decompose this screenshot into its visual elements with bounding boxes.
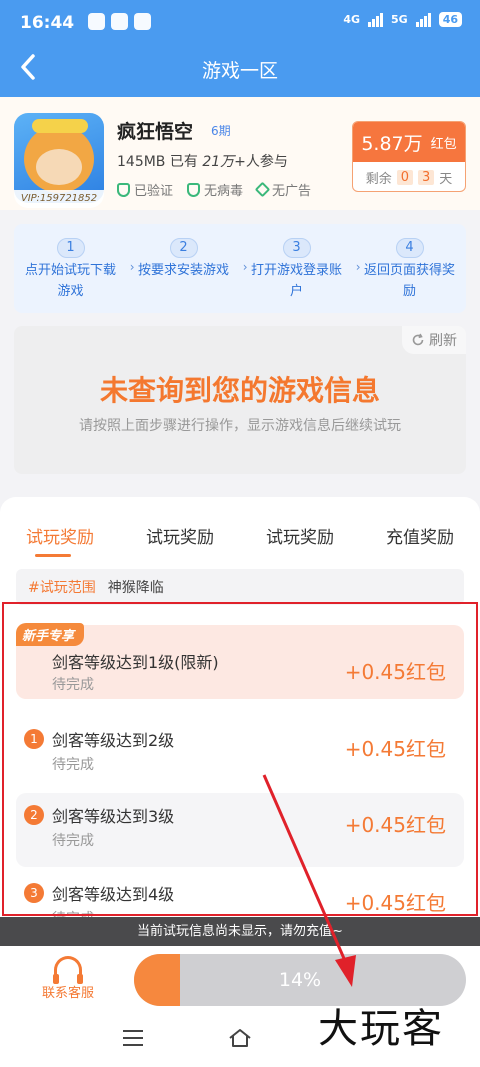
- step-3: 3 打开游戏登录账户 ›: [247, 224, 361, 313]
- days-unit: 天: [439, 171, 453, 187]
- range-value: 神猴降临: [107, 580, 164, 596]
- tab-trial-reward[interactable]: 试玩奖励: [120, 523, 240, 548]
- step-text: 点开始试玩下载游戏: [24, 263, 116, 299]
- no-virus-badge: 无病毒: [187, 180, 243, 199]
- step-2: 2 按要求安装游戏 ›: [134, 224, 248, 313]
- new-user-tag: 新手专享: [16, 623, 85, 646]
- game-info-panel: 刷新 未查询到您的游戏信息 请按照上面步骤进行操作，显示游戏信息后继续试玩: [14, 326, 466, 474]
- task-number: 3: [24, 883, 44, 903]
- no-ads-badge: 无广告: [254, 180, 311, 199]
- signal-icon: [368, 12, 383, 27]
- headset-icon: [53, 956, 83, 984]
- step-text: 返回页面获得奖励: [363, 263, 455, 299]
- tab-trial-reward[interactable]: 试玩奖励: [0, 523, 120, 557]
- shield-icon: [117, 182, 130, 197]
- notice-bar: 当前试玩信息尚未显示，请勿充值~: [0, 917, 480, 946]
- remain-digit: 3: [418, 169, 435, 185]
- step-number: 2: [169, 238, 198, 258]
- step-text: 按要求安装游戏: [137, 263, 229, 278]
- step-4: 4 返回页面获得奖励: [360, 224, 460, 313]
- refresh-button[interactable]: 刷新: [402, 326, 466, 354]
- tab-recharge-reward[interactable]: 充值奖励: [360, 523, 480, 548]
- step-number: 3: [282, 238, 311, 258]
- task-name: 剑客等级达到4级: [52, 885, 175, 904]
- step-number: 1: [56, 238, 85, 258]
- signal-icon: [415, 12, 431, 27]
- reward-unit: 红包: [430, 136, 457, 152]
- remain-label: 剩余: [365, 171, 392, 187]
- customer-service-button[interactable]: 联系客服: [30, 956, 106, 1001]
- page-title: 游戏一区: [201, 60, 278, 82]
- reward-section: 试玩奖励 试玩奖励 试玩奖励 充值奖励 #试玩范围 神猴降临 新手专享 剑客等级…: [0, 497, 480, 922]
- list-item[interactable]: 新手专享 剑客等级达到1级(限新) 待完成 +0.45红包: [16, 623, 464, 699]
- info-title: 未查询到您的游戏信息: [99, 374, 380, 407]
- reward-pool: 5.87万 红包 剩余 0 3 天: [352, 121, 466, 192]
- menu-icon[interactable]: [123, 1030, 143, 1046]
- network-label-2: 5G: [391, 13, 408, 26]
- step-text: 打开游戏登录账户: [250, 263, 342, 299]
- badges: 已验证 无病毒 无广告: [117, 180, 311, 199]
- task-reward: +0.45红包: [344, 813, 446, 837]
- task-name: 剑客等级达到3级: [52, 807, 175, 826]
- network-label: 4G: [343, 13, 360, 26]
- list-item[interactable]: 3 剑客等级达到4级 待完成 +0.45红包: [16, 871, 464, 922]
- list-item[interactable]: 2 剑客等级达到3级 待完成 +0.45红包: [16, 793, 464, 867]
- status-right: 4G 5G 46: [343, 12, 462, 27]
- step-number: 4: [395, 238, 424, 258]
- task-name: 剑客等级达到1级(限新): [52, 653, 219, 672]
- status-time: 16:44: [20, 13, 75, 33]
- battery-indicator: 46: [438, 12, 462, 27]
- shield-check-icon: [187, 182, 201, 197]
- steps-guide: 1 点开始试玩下载游戏 › 2 按要求安装游戏 › 3 打开游戏登录账户 › 4…: [14, 224, 466, 313]
- status-bar: 16:44 4G 5G 46: [0, 0, 480, 44]
- list-item[interactable]: 1 剑客等级达到2级 待完成 +0.45红包: [16, 717, 464, 791]
- task-status: 待完成: [52, 833, 94, 849]
- task-number: 1: [24, 729, 44, 749]
- step-1: 1 点开始试玩下载游戏 ›: [21, 224, 135, 313]
- notification-icons: [88, 13, 151, 30]
- game-name: 疯狂悟空: [117, 121, 194, 143]
- app-icon: [88, 13, 105, 30]
- range-tag: #试玩范围: [28, 580, 96, 596]
- reward-tabs: 试玩奖励 试玩奖励 试玩奖励 充值奖励: [0, 523, 480, 557]
- watermark: 大玩客: [318, 1006, 444, 1052]
- service-label: 联系客服: [41, 986, 94, 1001]
- task-reward: +0.45红包: [344, 891, 446, 915]
- task-status: 待完成: [52, 677, 94, 693]
- remain-digit: 0: [396, 169, 413, 185]
- no-ads-icon: [254, 181, 271, 198]
- task-status: 待完成: [52, 757, 94, 773]
- app-icon: [111, 13, 128, 30]
- info-subtitle: 请按照上面步骤进行操作，显示游戏信息后继续试玩: [79, 418, 401, 434]
- task-name: 剑客等级达到2级: [52, 731, 175, 750]
- reward-amount: 5.87万: [361, 132, 423, 155]
- game-period: 6期: [211, 124, 231, 138]
- home-icon[interactable]: [228, 1028, 252, 1048]
- tab-trial-reward[interactable]: 试玩奖励: [240, 523, 360, 548]
- app-icon: [134, 13, 151, 30]
- task-reward: +0.45红包: [344, 660, 446, 684]
- task-number: 2: [24, 805, 44, 825]
- trial-range: #试玩范围 神猴降临: [16, 569, 464, 605]
- task-reward: +0.45红包: [344, 737, 446, 761]
- refresh-icon: [412, 333, 424, 346]
- game-meta: 145MB 已有 21万+人参与: [117, 154, 288, 170]
- app-header: 16:44 4G 5G 46 游戏一区: [0, 0, 480, 97]
- verified-badge: 已验证: [117, 180, 173, 199]
- vip-id: VIP:159721852: [14, 190, 104, 208]
